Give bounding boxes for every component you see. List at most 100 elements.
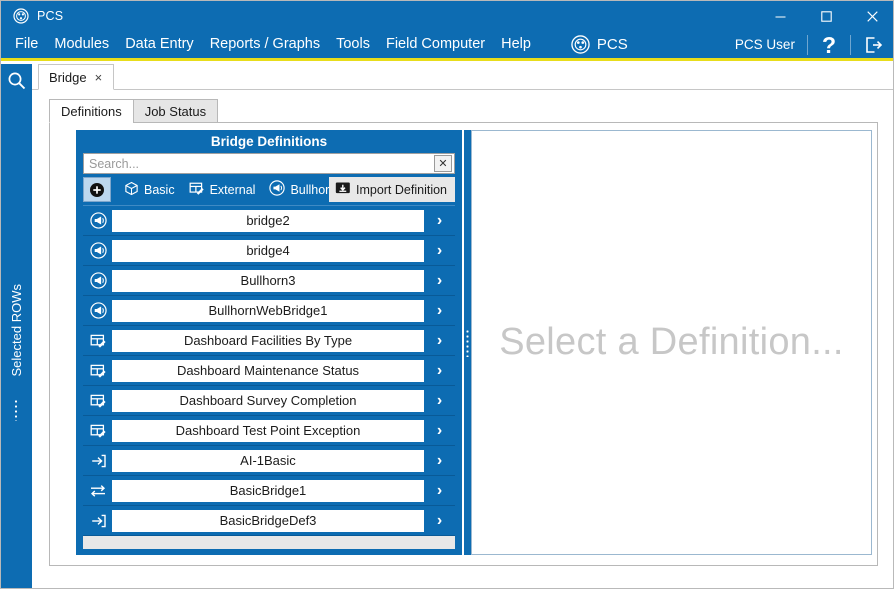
- window-controls: [757, 1, 893, 31]
- workspace: Bridge × Definitions Job Status Bridge D…: [32, 64, 893, 588]
- bullhorn-icon: [84, 206, 112, 236]
- chevron-right-icon[interactable]: ›: [424, 206, 455, 236]
- list-item[interactable]: AI-1Basic ›: [83, 446, 455, 476]
- maximize-button[interactable]: [803, 1, 849, 31]
- document-tab-strip: Bridge ×: [32, 64, 893, 90]
- application-window: PCS File Modules Data Entry Reports / Gr…: [0, 0, 894, 589]
- list-item[interactable]: Bullhorn3 ›: [83, 266, 455, 296]
- cube-icon: [124, 181, 139, 199]
- chevron-right-icon[interactable]: ›: [424, 296, 455, 326]
- list-item[interactable]: Dashboard Facilities By Type ›: [83, 326, 455, 356]
- chevron-right-icon[interactable]: ›: [424, 236, 455, 266]
- list-item[interactable]: Dashboard Maintenance Status ›: [83, 356, 455, 386]
- definitions-search-row: ✕: [83, 153, 455, 174]
- pcs-brand-icon: [571, 35, 590, 54]
- logout-icon[interactable]: [851, 35, 883, 55]
- tab-job-status[interactable]: Job Status: [132, 99, 219, 123]
- panel-title: Bridge Definitions: [210, 134, 328, 149]
- list-item[interactable]: bridge2 ›: [83, 206, 455, 236]
- minimize-button[interactable]: [757, 1, 803, 31]
- search-input[interactable]: [84, 154, 434, 173]
- new-external-button[interactable]: External: [182, 181, 263, 199]
- table-edit-icon: [84, 386, 112, 416]
- menu-item-field-computer[interactable]: Field Computer: [378, 31, 493, 58]
- close-button[interactable]: [849, 1, 893, 31]
- chevron-right-icon[interactable]: ›: [424, 506, 455, 536]
- import-arrow-icon: [84, 446, 112, 476]
- panel-splitter[interactable]: [464, 130, 471, 555]
- chevron-right-icon[interactable]: ›: [424, 476, 455, 506]
- menu-item-data-entry[interactable]: Data Entry: [117, 31, 202, 58]
- chevron-right-icon[interactable]: ›: [424, 326, 455, 356]
- search-icon[interactable]: [1, 64, 32, 97]
- chevron-right-icon[interactable]: ›: [424, 446, 455, 476]
- import-arrow-icon: [84, 506, 112, 536]
- list-item-label: bridge2: [112, 209, 424, 232]
- menu-item-reports-graphs[interactable]: Reports / Graphs: [202, 31, 328, 58]
- pcs-logo-icon: [13, 8, 29, 24]
- brand-block: PCS: [571, 35, 628, 54]
- clear-search-icon[interactable]: ✕: [434, 155, 452, 172]
- list-item-label: Dashboard Survey Completion: [112, 389, 424, 412]
- definitions-tab-body: Bridge Definitions ✕: [49, 122, 878, 566]
- document-tab-label: Bridge: [49, 69, 87, 85]
- list-item-label: Bullhorn3: [112, 269, 424, 292]
- close-icon[interactable]: ×: [95, 71, 103, 84]
- list-item-label: AI-1Basic: [112, 449, 424, 472]
- help-icon[interactable]: ?: [808, 32, 850, 58]
- menu-item-modules[interactable]: Modules: [46, 31, 117, 58]
- window-title: PCS: [37, 9, 64, 23]
- title-bar-left: PCS: [1, 8, 63, 24]
- table-edit-icon: [84, 326, 112, 356]
- basic-label: Basic: [144, 182, 175, 197]
- table-edit-icon: [84, 416, 112, 446]
- external-label: External: [209, 182, 256, 197]
- rail-grip: [14, 399, 18, 421]
- list-item[interactable]: BullhornWebBridge1 ›: [83, 296, 455, 326]
- list-item-label: BasicBridgeDef3: [112, 509, 424, 532]
- table-edit-icon: [189, 181, 205, 199]
- chevron-right-icon[interactable]: ›: [424, 416, 455, 446]
- list-item[interactable]: Dashboard Test Point Exception ›: [83, 416, 455, 446]
- definitions-toolbar: Basic External Bullhor Import Definition: [83, 177, 455, 202]
- menu-item-tools[interactable]: Tools: [328, 31, 378, 58]
- list-item[interactable]: bridge4 ›: [83, 236, 455, 266]
- splitter-grip[interactable]: [466, 328, 469, 357]
- bullhorn-label: Bullhorn: [290, 182, 329, 197]
- bridge-definitions-panel: Bridge Definitions ✕: [76, 130, 462, 555]
- definition-detail-pane: Select a Definition...: [471, 130, 872, 555]
- new-bullhorn-button[interactable]: Bullhorn: [262, 180, 329, 199]
- import-definition-label: Import Definition: [355, 182, 447, 197]
- menu-item-help[interactable]: Help: [493, 31, 539, 58]
- exchange-arrows-icon: [84, 476, 112, 506]
- document-tab-bridge[interactable]: Bridge ×: [38, 64, 114, 90]
- toolbar-buttons: Basic External Bullhor: [111, 177, 329, 202]
- current-user-label[interactable]: PCS User: [735, 37, 807, 52]
- list-item-label: Dashboard Test Point Exception: [112, 419, 424, 442]
- list-item[interactable]: BasicBridgeDef3 ›: [83, 506, 455, 536]
- list-item-label: bridge4: [112, 239, 424, 262]
- table-edit-icon: [84, 356, 112, 386]
- selected-rows-label: Selected ROWs: [9, 284, 24, 377]
- add-circle-icon[interactable]: [83, 177, 111, 202]
- chevron-right-icon[interactable]: ›: [424, 386, 455, 416]
- menu-item-file[interactable]: File: [7, 31, 46, 58]
- list-item-label: BasicBridge1: [112, 479, 424, 502]
- brand-label: PCS: [596, 36, 628, 53]
- bullhorn-icon: [84, 296, 112, 326]
- chevron-right-icon[interactable]: ›: [424, 356, 455, 386]
- menu-bar: File Modules Data Entry Reports / Graphs…: [1, 31, 893, 61]
- title-bar: PCS: [1, 1, 893, 31]
- list-item[interactable]: Dashboard Survey Completion ›: [83, 386, 455, 416]
- list-footer: [83, 536, 455, 549]
- new-basic-button[interactable]: Basic: [117, 181, 182, 199]
- tab-content: Definitions Job Status Bridge Definition…: [32, 90, 893, 588]
- definitions-list: bridge2 › bridge4 › Bullhorn3 › Bullhorn…: [83, 205, 455, 554]
- tab-definitions[interactable]: Definitions: [49, 99, 134, 123]
- sub-tab-bar: Definitions Job Status: [49, 99, 219, 123]
- list-item[interactable]: BasicBridge1 ›: [83, 476, 455, 506]
- bullhorn-icon: [84, 236, 112, 266]
- detail-placeholder-text: Select a Definition...: [499, 321, 844, 363]
- chevron-right-icon[interactable]: ›: [424, 266, 455, 296]
- import-definition-button[interactable]: Import Definition: [328, 177, 455, 202]
